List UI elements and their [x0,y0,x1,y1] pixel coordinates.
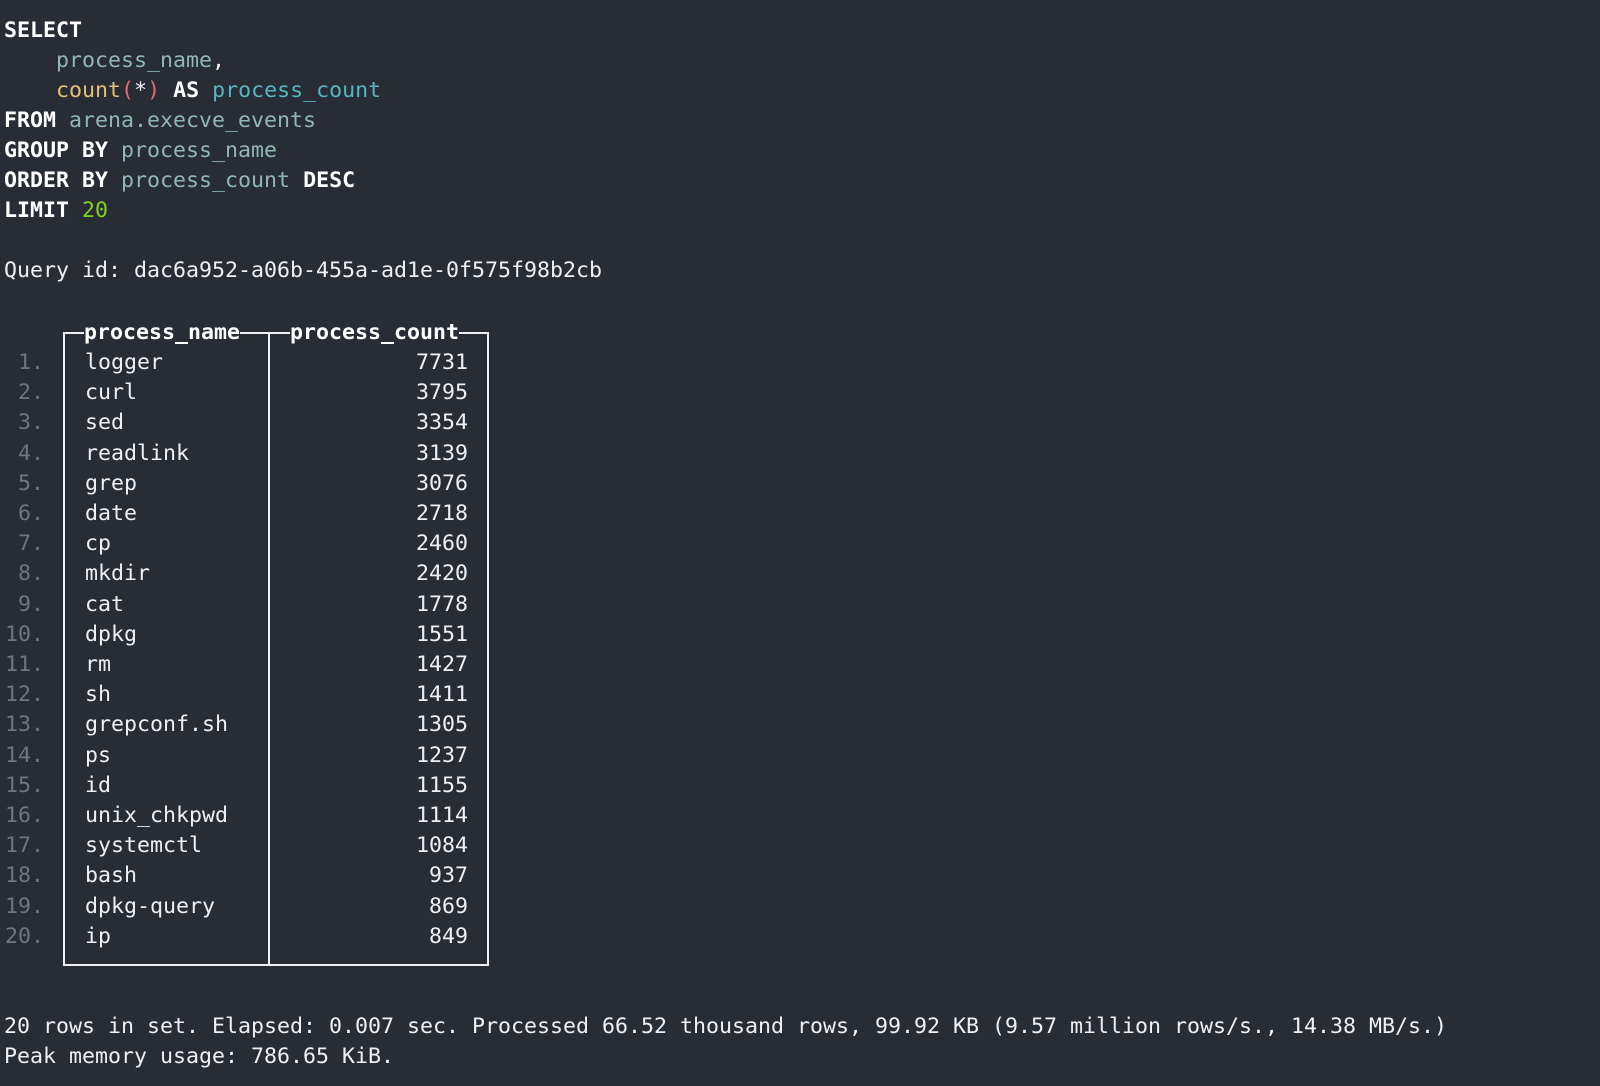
as-keyword: AS [173,78,200,103]
group-column: process_name [121,138,278,163]
row-number: 4. [17,440,44,466]
cell-process-count: 3354 [415,410,468,436]
row-number: 19. [4,893,44,919]
limit-keyword: LIMIT [4,198,70,223]
row-number: 12. [4,682,44,708]
cell-process-count: 1305 [415,712,468,738]
alias-process-count: process_count [212,78,382,103]
summary-line: 20 rows in set. Elapsed: 0.007 sec. Proc… [4,1014,1448,1039]
group-by-keyword: GROUP BY [4,138,109,163]
cell-process-count: 1237 [415,742,468,768]
order-column: process_count [121,168,291,193]
row-number: 1. [17,350,44,375]
cell-process-name: logger [85,350,164,375]
query-line-group: GROUP BY process_name [4,136,277,166]
row-number: 18. [4,863,44,889]
row-number: 15. [4,772,44,798]
table-border-left [63,332,65,966]
paren-close: ) [147,78,161,103]
row-number: 17. [4,833,44,859]
cell-process-count: 7731 [415,350,468,375]
row-number: 13. [4,712,44,738]
cell-process-name: ip [85,923,112,949]
row-number: 7. [17,531,44,557]
cell-process-count: 2460 [415,531,468,557]
cell-process-name: cat [85,591,125,617]
cell-process-name: readlink [85,440,190,466]
cell-process-count: 1778 [415,591,468,617]
cell-process-name: cp [85,531,112,557]
cell-process-name: sh [85,682,112,708]
query-line-count: count(*) AS process_count [4,76,381,106]
cell-process-count: 869 [428,893,468,919]
query-line-order: ORDER BY process_count DESC [4,166,355,196]
cell-process-count: 2718 [415,501,468,526]
table-name: arena.execve_events [69,108,317,133]
cell-process-count: 1084 [415,833,468,859]
table-border-middle [268,332,270,966]
row-number: 16. [4,803,44,828]
cell-process-count: 1155 [415,772,468,798]
cell-process-name: curl [85,380,138,406]
from-keyword: FROM [4,108,57,133]
count-function: count [56,78,122,103]
cell-process-count: 3076 [415,470,468,496]
row-number: 14. [4,742,44,768]
order-by-keyword: ORDER BY [4,168,109,193]
column-process-name: process_name [56,48,213,73]
row-number: 2. [17,380,44,406]
column-header-process-name: process_name [84,318,241,348]
cell-process-count: 2420 [415,561,468,587]
row-number: 9. [17,591,44,617]
cell-process-name: rm [85,652,112,677]
comma: , [212,48,226,73]
desc-keyword: DESC [303,168,356,193]
cell-process-count: 1411 [415,682,468,708]
cell-process-count: 3139 [415,440,468,466]
cell-process-count: 937 [428,863,468,889]
cell-process-count: 1114 [415,803,468,828]
cell-process-name: grep [85,470,138,496]
row-number: 20. [4,923,44,949]
query-line-from: FROM arena.execve_events [4,106,316,136]
row-number: 11. [4,652,44,677]
cell-process-name: id [85,772,112,798]
cell-process-name: date [85,501,138,526]
row-number: 6. [17,501,44,526]
cell-process-name: systemctl [85,833,203,859]
cell-process-name: ps [85,742,112,768]
query-line-limit: LIMIT 20 [4,196,108,226]
limit-value: 20 [82,198,109,223]
query-line-col1: process_name, [4,46,225,76]
row-number: 5. [17,470,44,496]
star: * [134,78,148,103]
row-number: 10. [4,621,44,647]
cell-process-name: unix_chkpwd [85,803,229,828]
query-id: Query id: dac6a952-a06b-455a-ad1e-0f575f… [4,258,603,283]
cell-process-name: mkdir [85,561,151,587]
cell-process-count: 3795 [415,380,468,406]
cell-process-count: 1427 [415,652,468,677]
cell-process-count: 849 [428,923,468,949]
table-border-right [487,332,489,966]
row-number: 8. [17,561,44,587]
cell-process-name: grepconf.sh [85,712,229,738]
cell-process-name: dpkg [85,621,138,647]
paren-open: ( [121,78,135,103]
row-number: 3. [17,410,44,436]
cell-process-name: dpkg-query [85,893,216,919]
cell-process-name: sed [85,410,125,436]
memory-line: Peak memory usage: 786.65 KiB. [4,1044,395,1069]
cell-process-count: 1551 [415,621,468,647]
query-line-select: SELECT [4,16,82,46]
select-keyword: SELECT [4,18,83,43]
table-border-bottom [63,964,489,966]
cell-process-name: bash [85,863,138,889]
column-header-process-count: process_count [290,318,460,348]
